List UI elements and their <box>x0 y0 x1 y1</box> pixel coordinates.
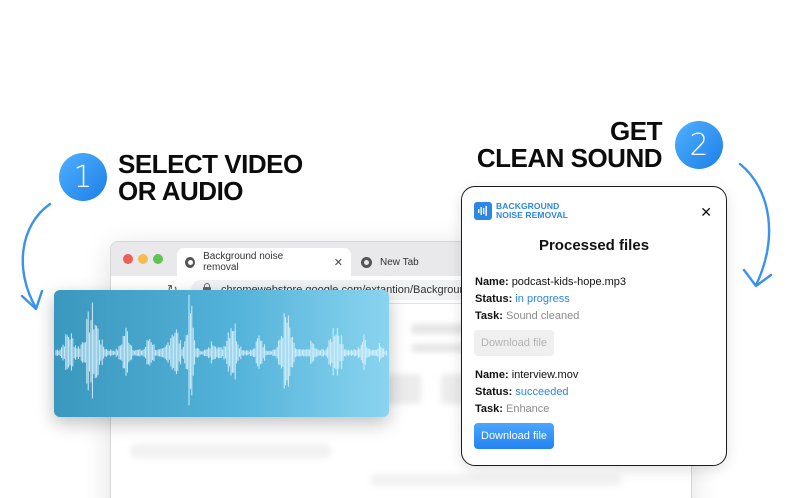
panel-title: Processed files <box>538 237 650 254</box>
chrome-icon <box>361 256 372 268</box>
file-name: interview.mov <box>511 369 579 381</box>
file-name: podcast-kids-hope.mp3 <box>511 276 627 288</box>
tab-label: New Tab <box>380 256 419 268</box>
waveform-logo-icon <box>474 202 492 220</box>
tab-label: Background noise removal <box>203 251 284 273</box>
waveform-graphic <box>55 294 387 406</box>
download-file-button-disabled[interactable]: Download file <box>474 330 555 356</box>
minimize-window-dot[interactable] <box>138 254 148 264</box>
file-task: Enhance <box>505 403 550 415</box>
audio-waveform-card[interactable] <box>54 290 389 417</box>
download-file-button[interactable]: Download file <box>474 423 555 449</box>
logo-line-2: NOISE REMOVAL <box>496 210 568 220</box>
chrome-icon <box>185 256 196 268</box>
maximize-window-dot[interactable] <box>153 254 163 264</box>
logo-text: BACKGROUND NOISE REMOVAL <box>496 202 568 220</box>
tab-background-noise-removal[interactable]: Background noise removal ✕ <box>177 248 351 276</box>
processed-files-panel: BACKGROUND NOISE REMOVAL ✕ Processed fil… <box>461 186 727 466</box>
task-label: Task: <box>475 403 503 415</box>
status-label: Status: <box>475 293 513 305</box>
file-task: Sound cleaned <box>505 310 580 322</box>
file-2-name-row: Name: interview.mov <box>475 369 578 381</box>
file-2-status-row: Status: succeeded <box>475 386 569 398</box>
status-label: Status: <box>475 386 513 398</box>
file-1-name-row: Name: podcast-kids-hope.mp3 <box>475 276 626 288</box>
app-logo: BACKGROUND NOISE REMOVAL <box>474 202 568 220</box>
file-status: succeeded <box>515 386 569 398</box>
file-2-task-row: Task: Enhance <box>475 403 549 415</box>
task-label: Task: <box>475 310 503 322</box>
tab-close-icon[interactable]: ✕ <box>334 256 343 269</box>
close-window-dot[interactable] <box>123 254 133 264</box>
file-status: in progress <box>515 293 570 305</box>
file-1-status-row: Status: in progress <box>475 293 570 305</box>
file-1-task-row: Task: Sound cleaned <box>475 310 579 322</box>
tab-new-tab[interactable]: New Tab <box>353 248 473 276</box>
name-label: Name: <box>475 276 509 288</box>
close-icon[interactable]: ✕ <box>700 204 712 221</box>
name-label: Name: <box>475 369 509 381</box>
